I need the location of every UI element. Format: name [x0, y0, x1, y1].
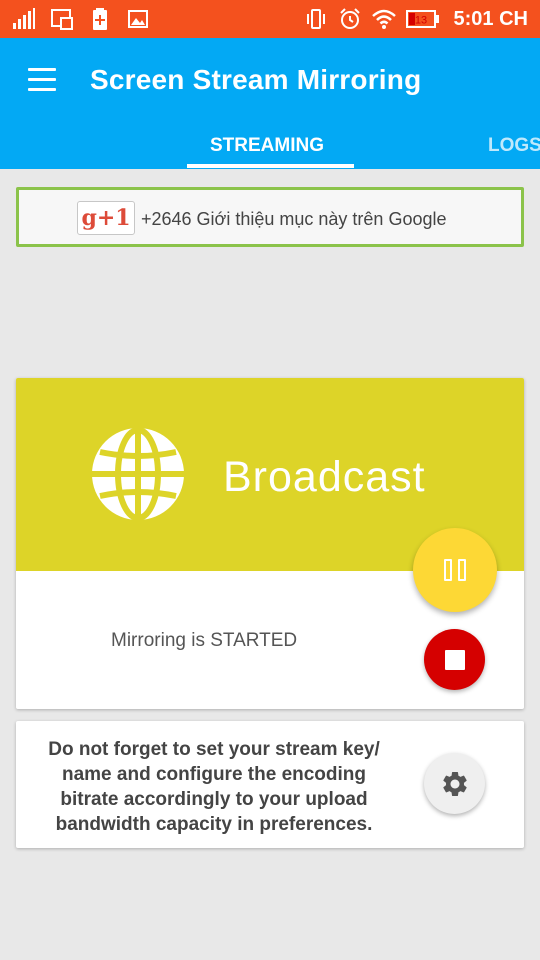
image-icon — [128, 10, 148, 28]
vibrate-icon — [306, 9, 325, 29]
stop-button[interactable] — [424, 629, 485, 690]
status-icons-right: 13 5:01 CH — [304, 7, 528, 31]
mirroring-status: Mirroring is STARTED — [111, 630, 298, 651]
menu-icon[interactable] — [28, 68, 56, 92]
battery-level: 13 — [414, 15, 426, 27]
google-plusone-box[interactable]: g+1 +2646 Giới thiệu mục này trên Google — [16, 187, 524, 247]
pause-icon — [444, 559, 466, 581]
gear-icon — [442, 771, 467, 796]
screenshot-icon — [51, 9, 73, 30]
app-title: Screen Stream Mirroring — [90, 64, 422, 95]
broadcast-title: Broadcast — [223, 453, 426, 501]
battery-plus-icon — [93, 8, 107, 30]
tab-streaming[interactable]: STREAMING — [210, 135, 324, 157]
tab-logs[interactable]: LOGS — [488, 135, 540, 157]
battery-icon: 13 — [405, 10, 439, 28]
signal-icon — [13, 8, 35, 29]
settings-button[interactable] — [424, 753, 485, 814]
plusone-text: +2646 Giới thiệu mục này trên Google — [141, 209, 447, 229]
globe-icon — [92, 427, 184, 521]
tab-indicator — [187, 164, 354, 168]
info-card: Do not forget to set your stream key/ na… — [16, 721, 524, 848]
alarm-icon — [339, 8, 360, 29]
wifi-icon — [371, 9, 396, 29]
app-bar: Screen Stream Mirroring STREAMING LOGS — [0, 38, 540, 169]
status-bar: 13 5:01 CH — [0, 0, 540, 38]
info-text: Do not forget to set your stream key/ na… — [48, 739, 380, 835]
google-plusone-icon[interactable]: g+1 — [77, 201, 135, 235]
stop-icon — [444, 649, 465, 670]
pause-button[interactable] — [413, 528, 497, 612]
status-time: 5:01 CH — [453, 7, 528, 30]
status-icons-left — [12, 7, 150, 31]
